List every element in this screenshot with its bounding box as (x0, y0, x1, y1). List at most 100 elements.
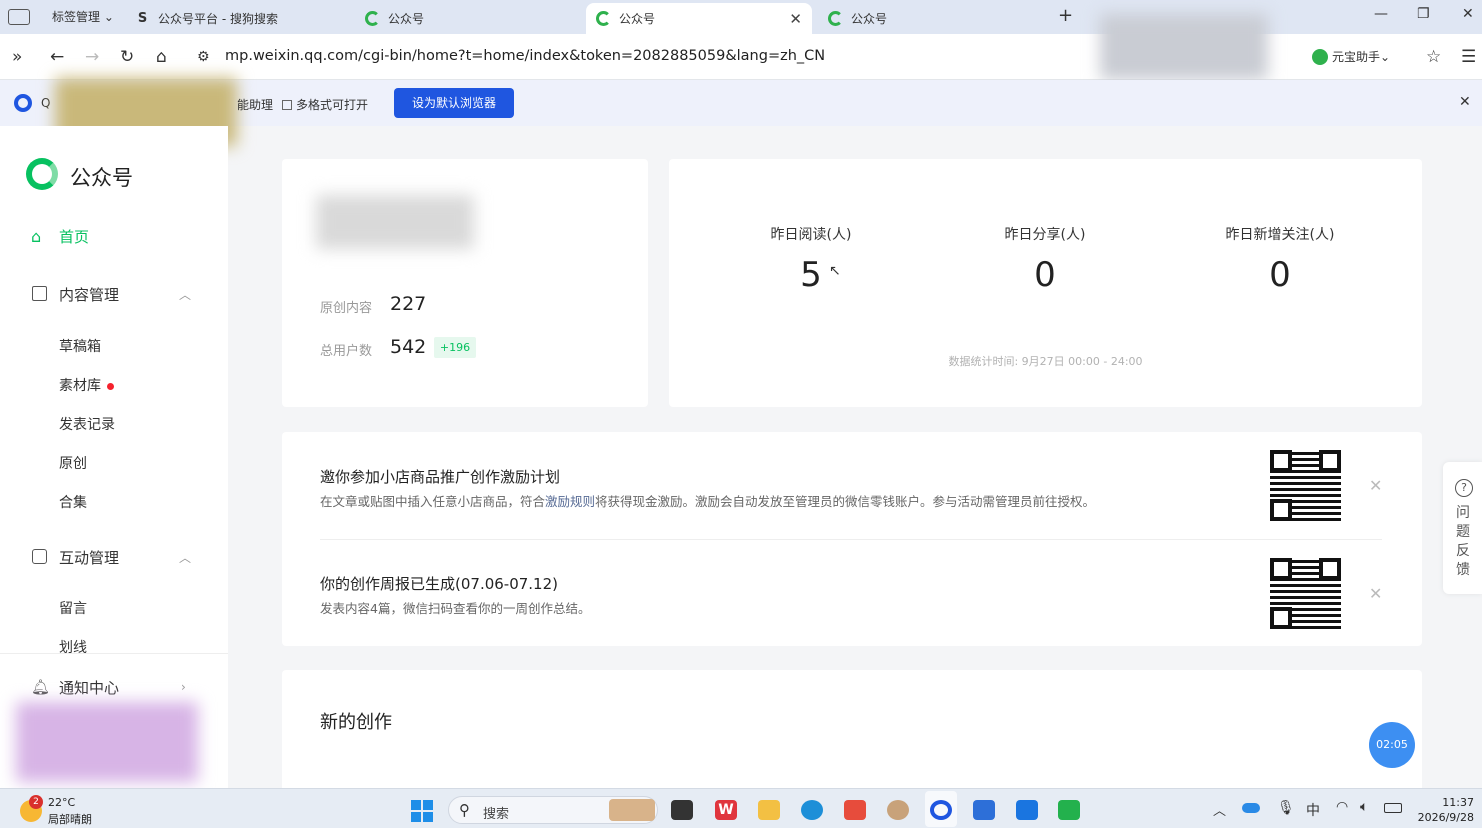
sogou-favicon-icon: S (137, 11, 148, 26)
multi-format-checkbox[interactable]: 多格式可打开 (282, 96, 368, 113)
battery-icon[interactable] (1384, 803, 1402, 813)
reload-icon[interactable]: ↻ (120, 47, 134, 67)
tab-gzh-active[interactable]: 公众号 ✕ (586, 3, 812, 34)
sidebar-toggle-icon[interactable] (8, 9, 30, 25)
weather-badge: 2 (29, 795, 43, 809)
wechat-favicon-icon (596, 11, 611, 26)
close-icon[interactable]: ✕ (789, 10, 802, 28)
search-highlight-image (609, 799, 655, 821)
minimize-icon[interactable]: — (1374, 6, 1388, 22)
sidebar-item-label: 内容管理 (59, 285, 120, 304)
sidebar-item-materials[interactable]: 素材库 (59, 375, 114, 395)
sidebar-item-comments[interactable]: 留言 (59, 598, 87, 618)
mouse-cursor-icon: ↖ (829, 263, 841, 279)
avatar-app-icon[interactable] (887, 800, 909, 820)
chevron-up-icon: ︿ (179, 550, 192, 565)
sidebar-item-label: 首页 (59, 227, 90, 246)
wechat-favicon-icon (828, 11, 843, 26)
notice-close-icon[interactable]: ✕ (1369, 476, 1382, 495)
restore-icon[interactable]: ❐ (1417, 6, 1430, 22)
timer-badge[interactable]: 02:05 (1369, 722, 1415, 768)
stat-label-new-followers: 昨日新增关注(人) (1225, 227, 1335, 243)
checkbox-icon (282, 99, 292, 110)
incentive-rules-link[interactable]: 激励规则 (545, 494, 595, 509)
red-dot-badge (107, 382, 114, 390)
infobar-helper-text: 能助理 (237, 98, 274, 112)
tab-sogou-search[interactable]: S 公众号平台 - 搜狗搜索 (125, 3, 350, 34)
forward-icon[interactable]: → (85, 47, 99, 67)
new-creation-title: 新的创作 (320, 712, 392, 733)
feedback-label: 问题反馈 (1456, 505, 1470, 578)
wps-icon[interactable]: W (715, 800, 737, 820)
feedback-float-button[interactable]: ? 问题反馈 (1443, 462, 1482, 594)
clock-date[interactable]: 2026/9/28 (1414, 811, 1474, 824)
favorite-star-icon[interactable]: ☆ (1426, 47, 1441, 67)
qr-code-icon (1270, 450, 1341, 521)
sidebar-item-interaction-mgmt[interactable]: 互动管理 ︿ (0, 546, 228, 568)
menu-icon[interactable]: ☰ (1461, 47, 1476, 67)
windows-start-icon[interactable] (411, 800, 433, 822)
edge-icon[interactable] (801, 800, 823, 820)
qq-browser-icon[interactable] (930, 800, 952, 820)
sidebar-item-original[interactable]: 原创 (59, 453, 87, 473)
cloud-icon[interactable] (1242, 803, 1260, 813)
stat-time-text: 数据统计时间: 9月27日 00:00 - 24:00 (948, 355, 1143, 368)
infobar-close-icon[interactable]: ✕ (1459, 94, 1471, 110)
url-field[interactable]: mp.weixin.qq.com/cgi-bin/home?t=home/ind… (225, 48, 825, 64)
site-info-icon[interactable]: ⚙ (197, 49, 210, 65)
file-explorer-icon[interactable] (758, 800, 780, 820)
wifi-icon[interactable]: ◠ (1336, 799, 1348, 815)
clock-time[interactable]: 11:37 (1418, 796, 1474, 809)
microphone-icon[interactable]: 🎙︎ (1277, 800, 1295, 816)
tab-group-menu[interactable]: 标签管理 ⌄ (52, 8, 114, 25)
taskbar-search-box[interactable]: ⚲ 搜索 (448, 796, 658, 824)
notice-title: 你的创作周报已生成(07.06-07.12) (320, 575, 559, 593)
ime-indicator[interactable]: 中 (1306, 800, 1320, 820)
notice-title: 邀你参加小店商品推广创作激励计划 (320, 468, 561, 486)
tab-title: 公众号 (851, 12, 888, 26)
notice-desc: 在文章或贴图中插入任意小店商品，符合激励规则将获得现金激励。激励会自动发放至管理… (320, 491, 1095, 510)
stat-value-new-followers: 0 (1269, 255, 1291, 295)
stat-label-reads: 昨日阅读(人) (770, 227, 852, 243)
expand-icon[interactable]: » (12, 47, 22, 67)
tablet-app-icon[interactable] (1016, 800, 1038, 820)
divider (0, 653, 228, 654)
chevron-down-icon: ⌄ (103, 10, 114, 24)
sidebar-item-notifications[interactable]: 🔔︎ 通知中心 › (0, 676, 228, 698)
chevron-right-icon: › (181, 680, 186, 694)
sidebar-item-home[interactable]: ⌂ 首页 (0, 225, 228, 247)
app-blue-icon[interactable] (973, 800, 995, 820)
app-red-icon[interactable] (844, 800, 866, 820)
sidebar-item-collections[interactable]: 合集 (59, 492, 87, 512)
document-icon (32, 286, 47, 301)
sidebar-item-drafts[interactable]: 草稿箱 (59, 336, 101, 356)
notices-card: 邀你参加小店商品推广创作激励计划 在文章或贴图中插入任意小店商品，符合激励规则将… (282, 432, 1422, 646)
blurred-region (316, 195, 474, 249)
file-viewer-icon[interactable] (671, 800, 693, 820)
sidebar-item-content-mgmt[interactable]: 内容管理 ︿ (0, 283, 228, 305)
wechat-icon[interactable] (1058, 800, 1080, 820)
qr-code-icon (1270, 558, 1341, 629)
home-icon[interactable]: ⌂ (156, 47, 167, 67)
window-close-icon[interactable]: ✕ (1462, 6, 1474, 22)
notice-close-icon[interactable]: ✕ (1369, 584, 1382, 603)
tab-gzh-1[interactable]: 公众号 (355, 3, 580, 34)
assistant-label: 元宝助手 (1332, 50, 1381, 64)
total-users-label: 总用户数 (320, 344, 373, 359)
checkbox-label: 多格式可打开 (296, 98, 369, 112)
sidebar: 公众号 ⌂ 首页 内容管理 ︿ 草稿箱 素材库 发表记录 原创 合集 互动管理 … (0, 126, 228, 788)
stat-value-reads: 5 (800, 255, 822, 295)
tab-group-label: 标签管理 (52, 10, 101, 24)
tab-title: 公众号 (388, 12, 425, 26)
tab-gzh-3[interactable]: 公众号 (818, 3, 1043, 34)
assistant-button[interactable]: 元宝助手 ⌄ (1312, 48, 1390, 65)
tray-chevron-up-icon[interactable]: ︿ (1213, 800, 1226, 819)
original-content-value: 227 (390, 293, 427, 315)
sidebar-item-underlines[interactable]: 划线 (59, 637, 87, 657)
back-icon[interactable]: ← (50, 47, 64, 67)
set-default-browser-button[interactable]: 设为默认浏览器 (394, 88, 514, 118)
volume-icon[interactable]: 🔈︎ (1360, 799, 1368, 815)
bell-icon: 🔔︎ (31, 678, 51, 696)
new-tab-icon[interactable]: + (1058, 5, 1073, 26)
sidebar-item-publish-history[interactable]: 发表记录 (59, 414, 115, 434)
